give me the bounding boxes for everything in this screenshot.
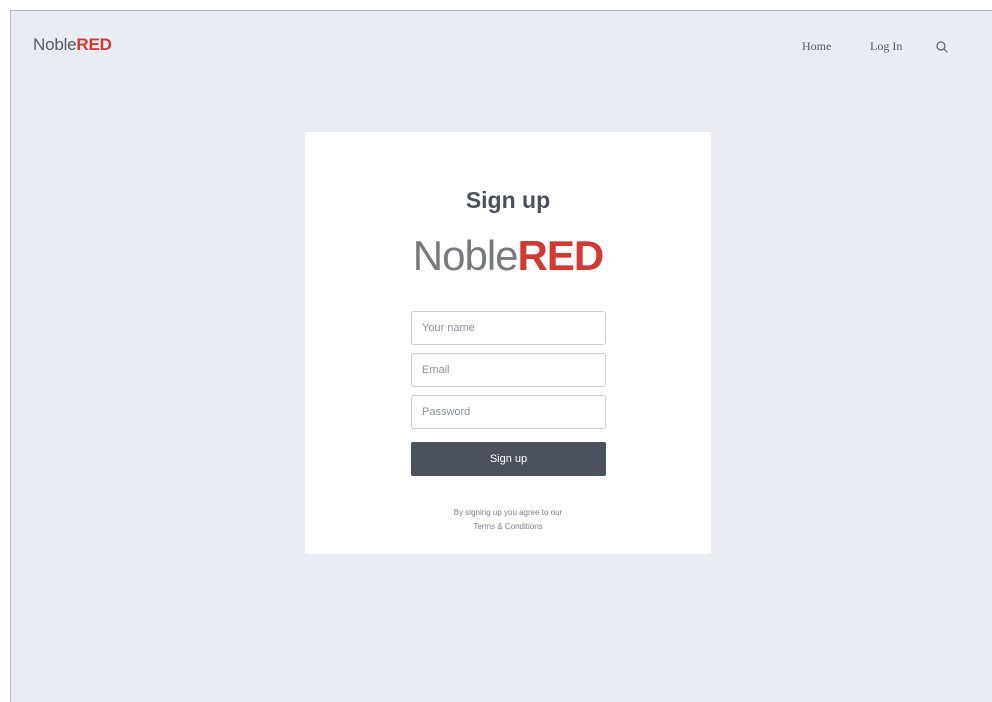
nav-login-link[interactable]: Log In — [870, 39, 902, 54]
brand-noble: Noble — [33, 35, 77, 54]
nav-home-link[interactable]: Home — [802, 39, 831, 54]
signup-agreement: By signing up you agree to our Terms & C… — [305, 506, 711, 534]
name-input[interactable] — [411, 311, 606, 345]
search-icon[interactable] — [935, 40, 949, 54]
signup-logo: NobleRED — [305, 232, 711, 280]
agreement-text: By signing up you agree to our — [453, 508, 563, 517]
terms-link[interactable]: Terms & Conditions — [473, 522, 542, 531]
password-input[interactable] — [411, 395, 606, 429]
signup-card: Sign up NobleRED Sign up By signing up y… — [305, 132, 711, 554]
signup-logo-noble: Noble — [412, 232, 519, 279]
signup-button[interactable]: Sign up — [411, 442, 606, 476]
email-input[interactable] — [411, 353, 606, 387]
signup-logo-red: RED — [517, 232, 605, 279]
top-nav: Home Log In — [792, 39, 992, 59]
page-background: NobleRED Home Log In Sign up NobleRED Si… — [10, 10, 992, 702]
brand-red: RED — [76, 35, 112, 54]
signup-title: Sign up — [465, 187, 551, 214]
search-icon-graphic — [936, 41, 948, 53]
brand-logo[interactable]: NobleRED — [33, 35, 112, 55]
